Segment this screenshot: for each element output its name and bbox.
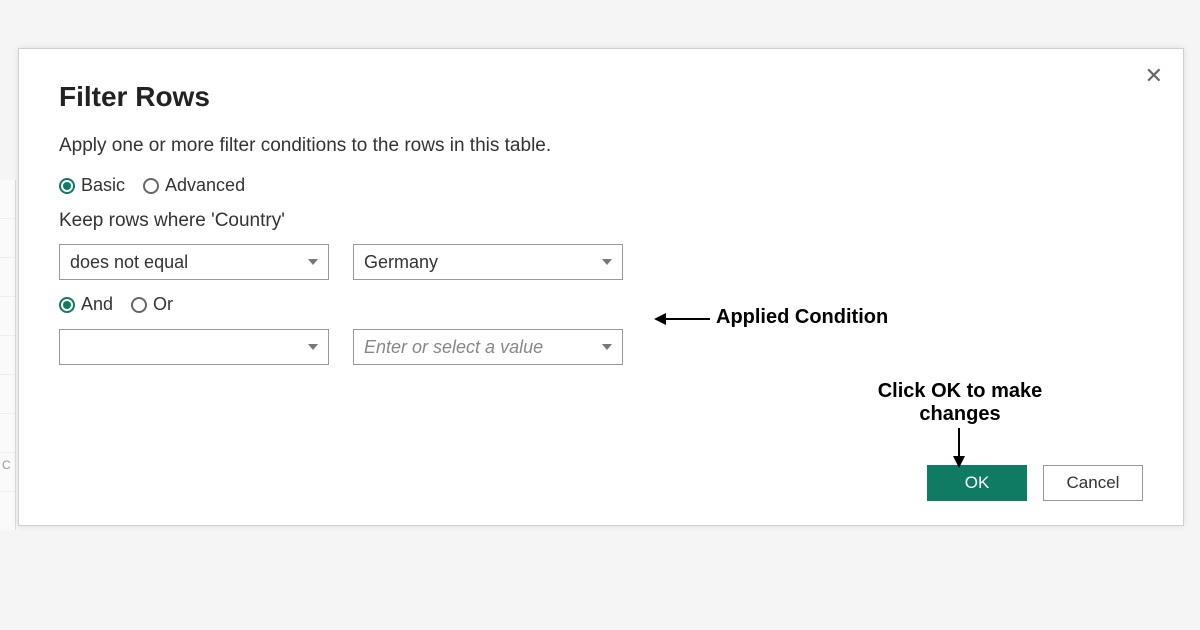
condition-row-2: Enter or select a value xyxy=(59,329,1143,365)
dialog-footer: OK Cancel xyxy=(927,465,1143,501)
radio-icon xyxy=(59,178,75,194)
radio-icon xyxy=(59,297,75,313)
filter-rows-dialog: ✕ Filter Rows Apply one or more filter c… xyxy=(18,48,1184,526)
chevron-down-icon xyxy=(602,259,612,265)
mode-advanced-label: Advanced xyxy=(165,175,245,196)
value-placeholder-2: Enter or select a value xyxy=(364,337,543,358)
close-icon[interactable]: ✕ xyxy=(1145,65,1163,87)
chevron-down-icon xyxy=(308,259,318,265)
chevron-down-icon xyxy=(602,344,612,350)
operator-dropdown-1[interactable]: does not equal xyxy=(59,244,329,280)
dialog-description: Apply one or more filter conditions to t… xyxy=(59,135,1143,157)
radio-icon xyxy=(131,297,147,313)
ok-button[interactable]: OK xyxy=(927,465,1027,501)
spreadsheet-gridline-edge xyxy=(0,180,16,530)
mode-basic-label: Basic xyxy=(81,175,125,196)
value-dropdown-2[interactable]: Enter or select a value xyxy=(353,329,623,365)
row-header-c: C xyxy=(2,458,11,472)
annotation-arrow-applied-condition xyxy=(656,318,710,320)
logic-and-label: And xyxy=(81,294,113,315)
value-dropdown-1[interactable]: Germany xyxy=(353,244,623,280)
keep-rows-label: Keep rows where 'Country' xyxy=(59,210,1143,232)
logic-and-radio[interactable]: And xyxy=(59,294,113,315)
condition-row-1: does not equal Germany xyxy=(59,244,1143,280)
logic-radio-group: And Or xyxy=(59,294,1143,315)
mode-basic-radio[interactable]: Basic xyxy=(59,175,125,196)
value-text-1: Germany xyxy=(364,252,438,273)
logic-or-label: Or xyxy=(153,294,173,315)
operator-value-1: does not equal xyxy=(70,252,188,273)
cancel-button[interactable]: Cancel xyxy=(1043,465,1143,501)
annotation-arrow-click-ok xyxy=(958,428,960,466)
mode-radio-group: Basic Advanced xyxy=(59,175,1143,196)
operator-dropdown-2[interactable] xyxy=(59,329,329,365)
mode-advanced-radio[interactable]: Advanced xyxy=(143,175,245,196)
chevron-down-icon xyxy=(308,344,318,350)
dialog-title: Filter Rows xyxy=(59,81,1143,113)
logic-or-radio[interactable]: Or xyxy=(131,294,173,315)
radio-icon xyxy=(143,178,159,194)
